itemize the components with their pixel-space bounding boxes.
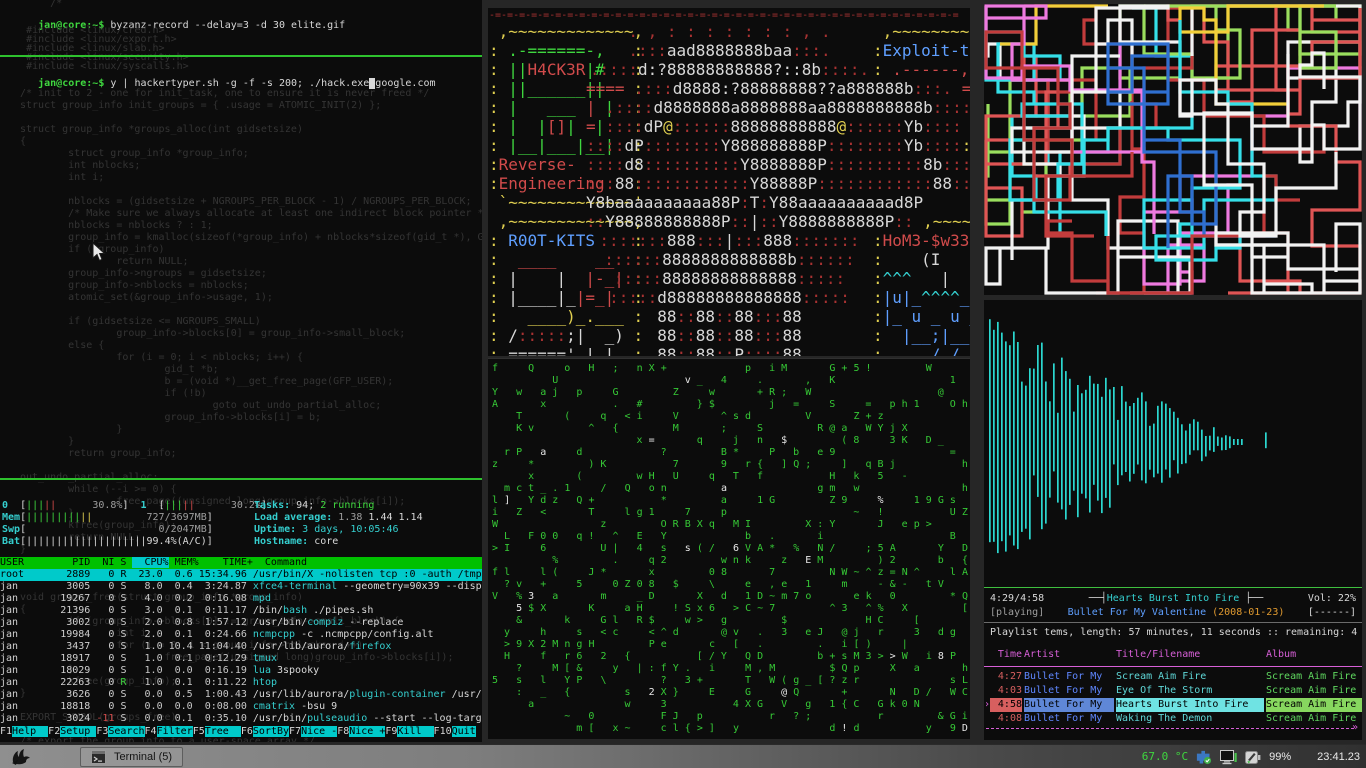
- volume-label[interactable]: Vol: 22%: [1308, 592, 1356, 606]
- htop-process-table[interactable]: root 2889 0 R 23.0 0.6 15:34.96 /usr/bin…: [0, 569, 482, 725]
- now-playing-title: Hearts Burst Into Fire: [1089, 593, 1264, 604]
- playlist[interactable]: 4:27Bullet For MyScream Aim FireScream A…: [984, 670, 1362, 726]
- playlist-row[interactable]: 4:08Bullet For MyWaking The DemonScream …: [984, 712, 1362, 726]
- process-row[interactable]: jan 3437 0 S 1.0 10.4 11:04.40 /usr/lib/…: [0, 641, 482, 653]
- temperature-readout[interactable]: 67.0 °C: [1142, 745, 1188, 768]
- htop-meters: 0 [||||| 30.8%] 1 [||||| 30.2%]Mem[|||||…: [2, 500, 267, 548]
- process-row[interactable]: jan 3002 0 S 2.0 0.8 1:57.12 /usr/bin/co…: [0, 617, 482, 629]
- now-playing-line: 4:29/4:58 Hearts Burst Into Fire Vol: 22…: [984, 592, 1362, 606]
- taskbar-window-label: Terminal (5): [114, 745, 172, 768]
- visualizer-divider: [984, 587, 1362, 588]
- playlist-row[interactable]: 4:03Bullet For MyEye Of The StormScream …: [984, 684, 1362, 698]
- process-row[interactable]: jan 18029 0 S 1.0 0.0 0:16.19 lua 3spook…: [0, 665, 482, 677]
- clock[interactable]: 23:41.23: [1317, 745, 1360, 768]
- display-icon[interactable]: [1220, 750, 1237, 765]
- process-row[interactable]: root 2889 0 R 23.0 0.6 15:34.96 /usr/bin…: [0, 569, 482, 581]
- now-playing-artist: Bullet For My Valentine: [1068, 607, 1213, 618]
- playlist-current-marker: ›: [984, 698, 990, 712]
- album-date: (2008-01-23): [1212, 607, 1284, 618]
- battery-percent: 99%: [1269, 745, 1291, 768]
- htop-function-bar[interactable]: F1Help F2Setup F3SearchF4FilterF5Tree F6…: [0, 726, 482, 738]
- tmux-pane-divider-2: [0, 478, 482, 480]
- player-state: [playing]: [990, 606, 1044, 620]
- htop-table-header[interactable]: USER PID NI S CPU% MEM% TIME+ Command: [0, 557, 482, 569]
- pipes-screensaver: [984, 4, 1362, 295]
- playlist-row[interactable]: 4:27Bullet For MyScream Aim FireScream A…: [984, 670, 1362, 684]
- system-tray: 67.0 °C 99% 23:41.23: [1142, 745, 1366, 768]
- hacker-ascii-art: -=-=-=-=-=-=-=-=-=-=-=-=-=-=-=-=-=-=-=-=…: [488, 8, 970, 356]
- music-player-window[interactable]: 4:29/4:58 Hearts Burst Into Fire Vol: 22…: [984, 300, 1362, 740]
- terminal-icon: [91, 750, 106, 764]
- playlist-header[interactable]: Time Artist Title/Filename Album: [984, 648, 1362, 662]
- playlist-row[interactable]: 4:58Bullet For MyHearts Burst Into FireS…: [984, 698, 1362, 712]
- taskbar[interactable]: Terminal (5) 67.0 °C 99% 23:41.23: [0, 744, 1366, 768]
- process-row[interactable]: jan 19984 0 S 2.0 0.1 0:24.66 ncmpcpp -c…: [0, 629, 482, 641]
- process-row[interactable]: jan 22263 0 R 1.0 0.1 0:11.22 htop: [0, 677, 482, 689]
- playlist-bottom-divider: »: [986, 728, 1354, 729]
- background-code-includes: #include <linux/cred.h> #include <linux/…: [2, 26, 189, 71]
- battery-icon[interactable]: [1245, 750, 1261, 765]
- playlist-overflow-marker: »: [1352, 721, 1358, 735]
- process-row[interactable]: jan 19267 0 S 4.0 0.2 0:16.08 mpd: [0, 593, 482, 605]
- process-row[interactable]: jan 3626 0 S 0.0 0.5 1:00.43 /usr/lib/au…: [0, 689, 482, 701]
- ascii-art-window[interactable]: -=-=-=-=-=-=-=-=-=-=-=-=-=-=-=-=-=-=-=-=…: [488, 8, 970, 356]
- cmatrix-window[interactable]: f Q o H ; n X + p i M G + 5 ! W U v _ 4 …: [488, 358, 970, 739]
- matrix-rain: f Q o H ; n X + p i M G + 5 ! W U v _ 4 …: [488, 359, 970, 735]
- playlist-status: Playlist tems, length: 57 minutes, 11 se…: [984, 626, 1362, 640]
- mouse-cursor: [92, 242, 106, 262]
- process-row[interactable]: jan 18917 0 S 1.0 0.1 0:12.29 tmux: [0, 653, 482, 665]
- terminal-window-left[interactable]: /* jan@core:~$ byzanz-record --delay=3 -…: [0, 0, 482, 742]
- claw-icon[interactable]: [10, 748, 32, 766]
- tmux-pane-divider: [0, 55, 482, 57]
- now-playing-line-2: [playing] Bullet For My Valentine (2008-…: [984, 606, 1362, 620]
- updates-icon[interactable]: [1196, 750, 1212, 765]
- process-row[interactable]: jan 3024 -11 S 0.0 0.1 0:35.10 /usr/bin/…: [0, 713, 482, 725]
- process-row[interactable]: jan 18818 0 S 0.0 0.0 0:08.00 cmatrix -b…: [0, 701, 482, 713]
- playlist-header-divider: [984, 666, 1362, 667]
- taskbar-window-button[interactable]: Terminal (5): [80, 747, 183, 767]
- process-row[interactable]: jan 3005 0 S 8.0 0.4 3:24.87 xfce4-termi…: [0, 581, 482, 593]
- volume-bar[interactable]: [------]: [1308, 606, 1356, 620]
- htop-info: Tasks: 94; 2 runningLoad average: 1.38 1…: [254, 500, 423, 548]
- track-elapsed-time: 4:29/4:58: [990, 592, 1044, 606]
- pipes-window[interactable]: [984, 4, 1362, 295]
- desktop: /* jan@core:~$ byzanz-record --delay=3 -…: [0, 0, 1366, 768]
- art-border: -=-=-=-=-=-=-=-=-=-=-=-=-=-=-=-=-=-=-=-=…: [489, 10, 970, 22]
- audio-visualizer: [984, 300, 1362, 585]
- process-row[interactable]: jan 21396 0 S 3.0 0.1 0:11.17 /bin/bash …: [0, 605, 482, 617]
- player-divider: [984, 622, 1362, 623]
